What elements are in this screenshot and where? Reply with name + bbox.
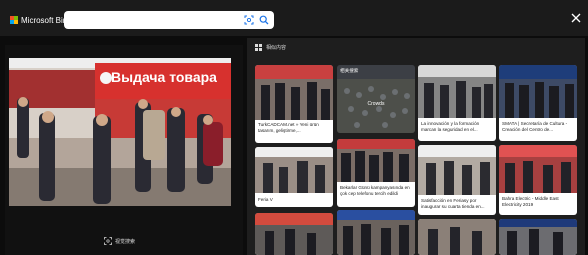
card-caption: TurkCADCAM.net » Yeni ürün tasarım, geli… — [258, 122, 319, 133]
search-input[interactable] — [70, 13, 230, 27]
card-caption: Feria V — [258, 197, 273, 202]
related-card-5[interactable]: Feria V — [255, 147, 333, 207]
card-thumbnail — [255, 147, 333, 193]
related-card-3[interactable]: La innovación y la formación marcan la s… — [418, 65, 496, 141]
related-searches-label: 相关搜索 — [340, 68, 359, 73]
bing-logo[interactable]: Microsoft Bing — [10, 14, 72, 26]
related-header-label: 相似内容 — [266, 45, 287, 51]
card-thumbnail — [499, 219, 577, 255]
card-thumbnail — [418, 145, 496, 195]
card-thumbnail — [337, 139, 415, 182]
visual-search-label: 视觉搜索 — [115, 238, 136, 245]
related-card-1[interactable]: TurkCADCAM.net » Yeni ürün tasarım, geli… — [255, 65, 333, 143]
related-card-7[interactable]: Satisfacción en Feriasy por inaugurar su… — [418, 145, 496, 215]
card-caption: SMATA | Secretaría de Cultura - Creación… — [502, 121, 568, 132]
main-image[interactable]: Выдача товара — [9, 58, 231, 206]
card-caption: Satisfacción en Feriasy por inaugurar su… — [421, 198, 485, 209]
related-card-8[interactable]: Bahra Electric - Middle East Electricity… — [499, 145, 577, 215]
card-thumbnail — [499, 145, 577, 193]
related-card-6[interactable]: Bekarlar Günü kampanyasında en çok cep t… — [337, 139, 415, 207]
related-card-12[interactable] — [499, 219, 577, 255]
crowd-thumbnail — [337, 65, 415, 133]
card-thumbnail — [418, 65, 496, 118]
card-thumbnail — [499, 65, 577, 118]
card-thumbnail — [337, 210, 415, 255]
search-icon[interactable] — [259, 15, 269, 25]
related-header: 相似内容 — [255, 44, 286, 51]
search-box[interactable] — [64, 11, 274, 29]
store-sign-text: Выдача товара — [111, 69, 217, 85]
related-card-4[interactable]: SMATA | Secretaría de Cultura - Creación… — [499, 65, 577, 141]
crowds-label: Crowds — [367, 101, 385, 107]
card-thumbnail — [418, 219, 496, 255]
grid-icon — [255, 44, 262, 51]
related-card-9[interactable] — [255, 213, 333, 255]
related-card-2[interactable]: 相关搜索 Crowds — [337, 65, 415, 133]
visual-search-icon — [104, 237, 112, 245]
microsoft-logo-icon — [10, 16, 18, 24]
card-caption: Bekarlar Günü kampanyasında en çok cep t… — [340, 185, 410, 196]
card-caption: Bahra Electric - Middle East Electricity… — [502, 196, 559, 207]
card-caption: La innovación y la formación marcan la s… — [421, 121, 480, 132]
card-thumbnail — [255, 65, 333, 120]
close-icon[interactable] — [570, 12, 582, 24]
related-card-10[interactable] — [337, 210, 415, 255]
related-card-11[interactable] — [418, 219, 496, 255]
visual-search-button[interactable]: 视觉搜索 — [104, 237, 135, 245]
card-thumbnail — [255, 213, 333, 255]
visual-search-icon[interactable] — [244, 15, 254, 25]
